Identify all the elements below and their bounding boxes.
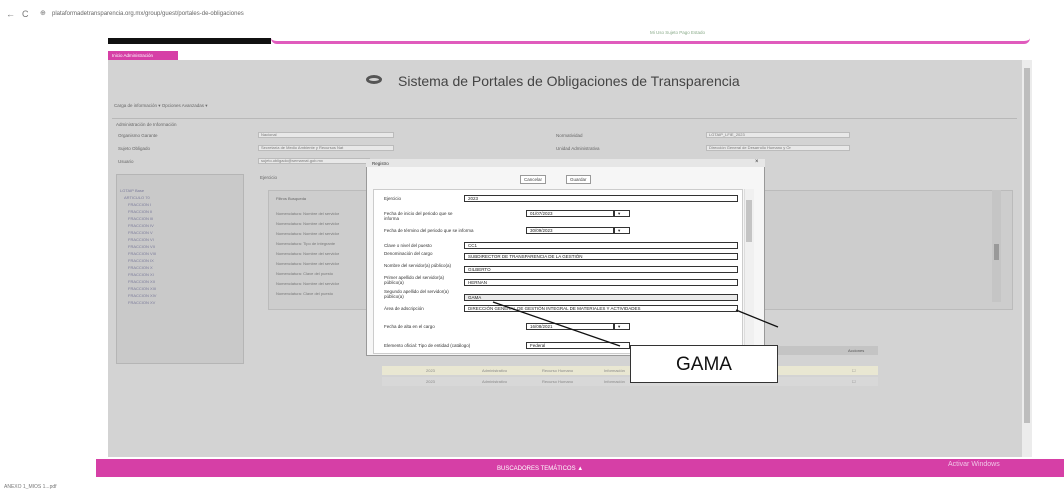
back-icon[interactable]: ← bbox=[6, 9, 15, 19]
tree-node[interactable]: FRACCION XII bbox=[128, 279, 155, 284]
table-header-cell: Acciones bbox=[848, 348, 865, 353]
address-bar[interactable]: plataformadetransparencia.org.mx/group/g… bbox=[52, 11, 244, 17]
table-cell: 2023 bbox=[426, 368, 435, 373]
filter-row[interactable]: Nomenclatura: Nombre del servidor bbox=[276, 221, 339, 226]
ejercicio-label: Ejercicio bbox=[384, 196, 402, 201]
calendar-icon[interactable]: ▾ bbox=[614, 323, 630, 330]
filter-row[interactable]: Nomenclatura: Nombre del servidor bbox=[276, 231, 339, 236]
denominacion-input[interactable]: SUBDIRECTOR DE TRANSPARENCIA DE LA GESTI… bbox=[464, 253, 738, 260]
eye-logo-icon bbox=[366, 75, 382, 84]
primer-apellido-input[interactable]: HERNAN bbox=[464, 279, 738, 286]
tree-node[interactable]: FRACCION VI bbox=[128, 237, 154, 242]
tree-node[interactable]: FRACCION III bbox=[128, 216, 153, 221]
area-label: Área de adscripción bbox=[384, 306, 424, 311]
dialog-scroll-thumb[interactable] bbox=[746, 200, 752, 242]
unidad-select[interactable]: Dirección General de Desarrollo Humano y… bbox=[706, 145, 850, 151]
row-checkbox[interactable]: ☐ bbox=[852, 379, 856, 384]
download-item[interactable]: ANEXO 1_MIOS 1...pdf bbox=[4, 484, 57, 490]
row-checkbox[interactable]: ☐ bbox=[852, 368, 856, 373]
denominacion-label: Denominación del cargo bbox=[384, 251, 433, 256]
clave-puesto-label: Clave o nivel del puesto bbox=[384, 243, 432, 248]
calendar-icon[interactable]: ▾ bbox=[614, 210, 630, 217]
usuario-field: sujeto.obligado@semarnat.gob.mx bbox=[258, 158, 370, 164]
fecha-inicio-input[interactable]: 01/07/2023 bbox=[526, 210, 614, 217]
table-cell: Recurso Humano bbox=[542, 368, 574, 373]
annotation-callout: GAMA bbox=[630, 345, 778, 383]
fecha-alta-input[interactable]: 16/08/2021 bbox=[526, 323, 614, 330]
tree-node[interactable]: ARTICULO 70 bbox=[124, 195, 150, 200]
table-cell: Administrativo bbox=[482, 368, 508, 373]
filter-row[interactable]: Nomenclatura: Nombre del servidor bbox=[276, 281, 339, 286]
site-info-icon[interactable]: ⊕ bbox=[40, 9, 46, 17]
tree-node[interactable]: FRACCION II bbox=[128, 209, 152, 214]
tree-node[interactable]: FRACCION XIV bbox=[128, 293, 156, 298]
tree-node[interactable]: LGTAIP Base bbox=[120, 188, 144, 193]
breadcrumb[interactable]: Carga de información ▾ Opciones Avanzada… bbox=[114, 103, 208, 109]
segundo-apellido-label: Segundo apellido del servidor(a) público… bbox=[384, 289, 449, 299]
header-accent bbox=[271, 38, 1030, 44]
clave-puesto-input[interactable]: CC1 bbox=[464, 242, 738, 249]
page-scroll-thumb[interactable] bbox=[1024, 68, 1030, 423]
nombre-label: Nombre del servidor(a) público(a) bbox=[384, 263, 452, 268]
thematic-search-button[interactable]: BUSCADORES TEMÁTICOS ▲ bbox=[497, 466, 583, 472]
tree-node[interactable]: FRACCION VII bbox=[128, 244, 155, 249]
user-info[interactable]: Mi Uso Sujeto Pago Estado bbox=[650, 30, 705, 35]
section-label: Administración de Información bbox=[116, 122, 177, 127]
tree-node[interactable]: FRACCION VIII bbox=[128, 251, 156, 256]
save-button[interactable]: Guardar bbox=[566, 175, 591, 184]
organismo-label: Organismo Garante bbox=[118, 133, 158, 138]
normatividad-select[interactable]: LGTAIP_LFIE_2023 bbox=[706, 132, 850, 138]
dialog-header bbox=[366, 159, 765, 167]
primer-apellido-label: Primer apellido del servidor(a) público(… bbox=[384, 275, 445, 285]
tree-node[interactable]: FRACCION IX bbox=[128, 258, 154, 263]
segundo-apellido-input[interactable]: GAMA bbox=[464, 294, 738, 301]
fecha-termino-input[interactable]: 30/09/2023 bbox=[526, 227, 614, 234]
fecha-alta-label: Fecha de alta en el cargo bbox=[384, 324, 435, 329]
table-cell: Recurso Humano bbox=[542, 379, 574, 384]
filter-scroll-thumb[interactable] bbox=[994, 244, 999, 260]
filter-row[interactable]: Nomenclatura: Clave del puesto bbox=[276, 291, 333, 296]
normatividad-label: Normatividad bbox=[556, 133, 583, 138]
tipo-entidad-select[interactable]: Federal bbox=[526, 342, 630, 349]
usuario-label: Usuario bbox=[118, 159, 134, 164]
tree-node[interactable]: FRACCION IV bbox=[128, 223, 154, 228]
ejercicio-input[interactable]: 2023 bbox=[464, 195, 738, 202]
menu-tab[interactable]: Inicio Administración bbox=[108, 51, 178, 60]
sujeto-label: Sujeto Obligado bbox=[118, 146, 151, 151]
nombre-input[interactable]: GILBERTO bbox=[464, 266, 738, 273]
dialog-title: Registro bbox=[372, 161, 389, 166]
filter-row[interactable]: Nomenclatura: Tipo de integrante bbox=[276, 241, 335, 246]
fecha-inicio-label: Fecha de inicio del periodo que se infor… bbox=[384, 211, 453, 221]
fecha-termino-label: Fecha de término del periodo que se info… bbox=[384, 228, 474, 233]
table-cell: 2023 bbox=[426, 379, 435, 384]
filter-row[interactable]: Nomenclatura: Nombre del servidor bbox=[276, 261, 339, 266]
table-cell: Administrativo bbox=[482, 379, 508, 384]
tree-node[interactable]: FRACCION XIII bbox=[128, 286, 156, 291]
sujeto-select[interactable]: Secretaría de Medio Ambiente y Recursos … bbox=[258, 145, 394, 151]
cancel-button[interactable]: Cancelar bbox=[520, 175, 547, 184]
table-cell: Información bbox=[604, 379, 625, 384]
calendar-icon[interactable]: ▾ bbox=[614, 227, 630, 234]
page-title: Sistema de Portales de Obligaciones de T… bbox=[398, 73, 740, 89]
unidad-label: Unidad Administrativa bbox=[556, 146, 600, 151]
filter-row[interactable]: Nomenclatura: Nombre del servidor bbox=[276, 251, 339, 256]
tree-node[interactable]: FRACCION X bbox=[128, 265, 153, 270]
divider bbox=[112, 118, 1017, 119]
reload-icon[interactable]: C bbox=[22, 9, 29, 19]
tree-node[interactable]: FRACCION V bbox=[128, 230, 153, 235]
tree-node[interactable]: FRACCION XV bbox=[128, 300, 155, 305]
filter-row[interactable]: Nomenclatura: Nombre del servidor bbox=[276, 211, 339, 216]
area-input[interactable]: DIRECCIÓN GENERAL DE GESTIÓN INTEGRAL DE… bbox=[464, 305, 738, 312]
tree-node[interactable]: FRACCION I bbox=[128, 202, 151, 207]
filter-panel-title: Filtros Busqueda bbox=[276, 196, 307, 201]
header-bar bbox=[108, 38, 271, 44]
tipo-entidad-label: Elemento oficial: Tipo de entidad (catál… bbox=[384, 343, 471, 348]
table-cell: Información bbox=[604, 368, 625, 373]
close-icon[interactable]: × bbox=[755, 159, 759, 165]
windows-watermark: Activar Windows bbox=[948, 461, 1000, 468]
filter-row[interactable]: Nomenclatura: Clave del puesto bbox=[276, 271, 333, 276]
organismo-select[interactable]: Nacional bbox=[258, 132, 394, 138]
ejercicio-label: Ejercicio bbox=[260, 175, 278, 180]
tree-node[interactable]: FRACCION XI bbox=[128, 272, 154, 277]
